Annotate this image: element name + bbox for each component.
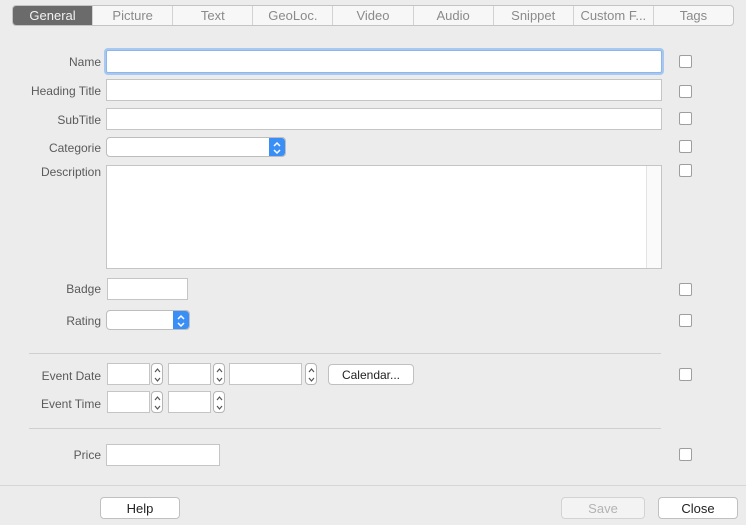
rating-label: Rating: [66, 314, 101, 328]
subtitle-checkbox[interactable]: [679, 112, 692, 125]
subtitle-field[interactable]: [106, 108, 662, 130]
tab-geoloc[interactable]: GeoLoc.: [252, 6, 332, 25]
heading-title-field[interactable]: [106, 79, 662, 101]
separator-2: [29, 428, 661, 429]
subtitle-label: SubTitle: [57, 113, 101, 127]
description-scrollbar[interactable]: [646, 166, 661, 268]
event-date-year-field[interactable]: [229, 363, 302, 385]
tab-video[interactable]: Video: [332, 6, 412, 25]
price-label: Price: [73, 448, 101, 462]
separator-1: [29, 353, 661, 354]
badge-checkbox[interactable]: [679, 283, 692, 296]
tab-snippet[interactable]: Snippet: [492, 6, 573, 25]
categorie-label: Categorie: [48, 141, 101, 155]
event-date-year-stepper[interactable]: [305, 363, 317, 385]
badge-label: Badge: [66, 282, 101, 296]
categorie-checkbox[interactable]: [679, 140, 692, 153]
chevron-updown-icon: [173, 311, 189, 329]
categorie-popup[interactable]: [106, 137, 286, 157]
save-button[interactable]: Save: [561, 497, 645, 519]
description-label: Description: [40, 165, 101, 179]
price-checkbox[interactable]: [679, 448, 692, 461]
badge-field[interactable]: [107, 278, 188, 300]
event-time-hour-field[interactable]: [107, 391, 150, 413]
event-date-month-stepper[interactable]: [213, 363, 225, 385]
event-time-label: Event Time: [40, 397, 101, 411]
rating-checkbox[interactable]: [679, 314, 692, 327]
footer-separator: [0, 485, 746, 486]
description-checkbox[interactable]: [679, 164, 692, 177]
name-checkbox[interactable]: [679, 55, 692, 68]
tab-text[interactable]: Text: [172, 6, 252, 25]
name-field[interactable]: [106, 50, 662, 73]
event-date-label: Event Date: [41, 369, 101, 383]
event-time-hour-stepper[interactable]: [151, 391, 163, 413]
tab-custom-fields[interactable]: Custom F...: [572, 6, 653, 25]
heading-title-checkbox[interactable]: [679, 85, 692, 98]
tab-audio[interactable]: Audio: [412, 6, 493, 25]
close-button[interactable]: Close: [658, 497, 738, 519]
description-textarea[interactable]: [106, 165, 662, 269]
event-time-minute-stepper[interactable]: [213, 391, 225, 413]
rating-popup[interactable]: [106, 310, 190, 330]
help-button[interactable]: Help: [100, 497, 180, 519]
tab-tags[interactable]: Tags: [652, 6, 733, 25]
event-time-minute-field[interactable]: [168, 391, 211, 413]
calendar-button[interactable]: Calendar...: [328, 364, 414, 385]
heading-title-label: Heading Title: [30, 84, 101, 98]
event-date-checkbox[interactable]: [679, 368, 692, 381]
chevron-updown-icon: [269, 138, 285, 156]
tab-general[interactable]: General: [13, 6, 93, 25]
event-date-month-field[interactable]: [168, 363, 211, 385]
event-date-day-field[interactable]: [107, 363, 150, 385]
price-field[interactable]: [106, 444, 220, 466]
tab-picture[interactable]: Picture: [92, 6, 172, 25]
tab-bar: General Picture Text GeoLoc. Video Audio…: [12, 5, 734, 26]
name-label: Name: [68, 55, 101, 69]
event-date-day-stepper[interactable]: [151, 363, 163, 385]
